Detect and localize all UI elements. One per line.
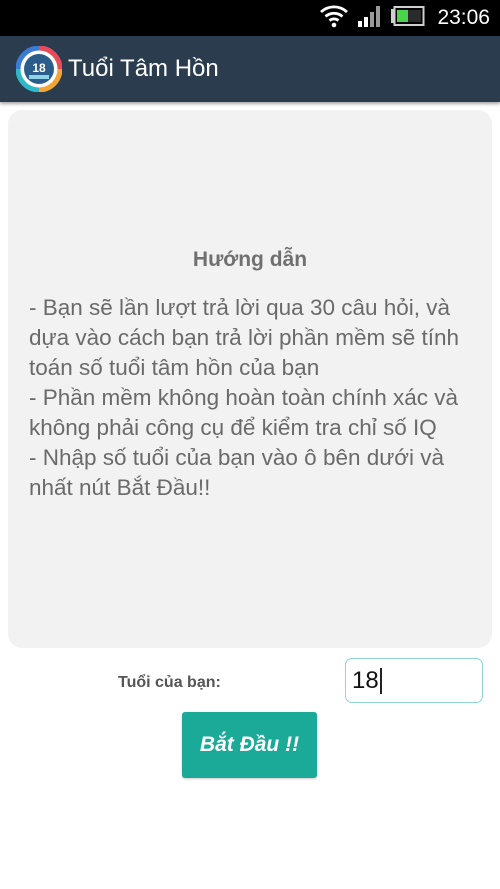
guide-body: - Bạn sẽ lần lượt trả lời qua 30 câu hỏi… (29, 295, 460, 500)
text-cursor (379, 667, 382, 694)
start-button[interactable]: Bắt Đầu !! (182, 712, 317, 778)
age-label: Tuổi của bạn: (118, 674, 221, 691)
status-icons: 23:06 (319, 0, 490, 36)
battery-icon (391, 5, 425, 31)
status-bar: 23:06 (0, 0, 500, 36)
status-time: 23:06 (437, 6, 490, 29)
guide-title: Hướng dẫn (192, 248, 308, 271)
app-title: Tuổi Tâm Hồn (68, 55, 219, 82)
app-logo-icon[interactable]: 18 (15, 45, 63, 93)
age-input[interactable]: 18 (345, 658, 483, 703)
signal-icon (357, 4, 383, 33)
action-bar: 18 Tuổi Tâm Hồn (0, 36, 500, 102)
wifi-icon (319, 4, 349, 33)
app-logo-text: 18 (32, 61, 46, 75)
age-input-value: 18 (352, 666, 379, 694)
